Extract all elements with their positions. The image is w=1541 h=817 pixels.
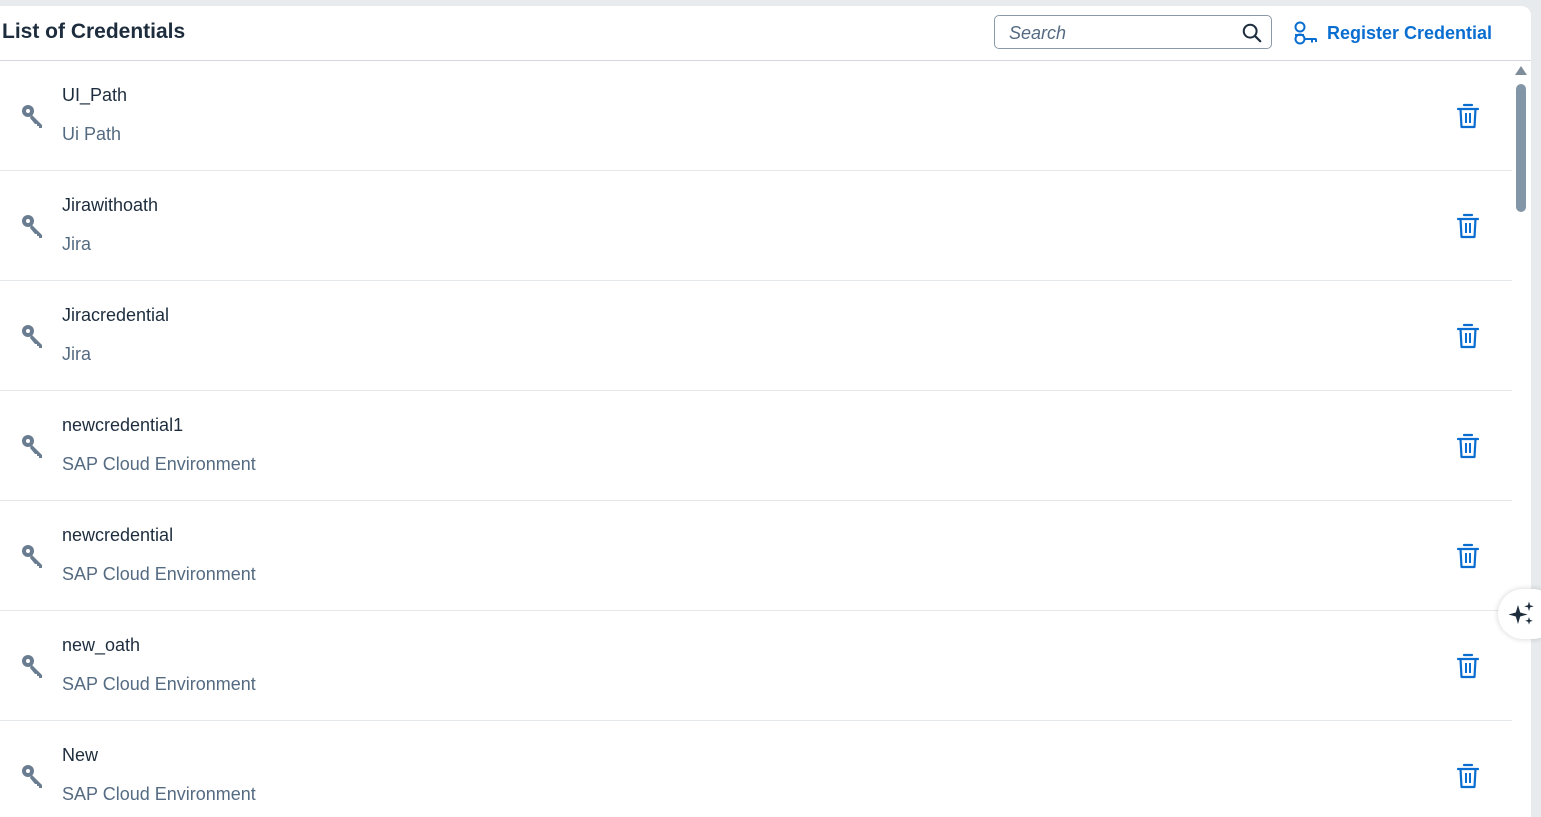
credential-type: Jira bbox=[62, 234, 92, 254]
delete-credential-trash-icon[interactable] bbox=[1456, 543, 1480, 569]
delete-credential-trash-icon[interactable] bbox=[1456, 213, 1480, 239]
credential-name: newcredential1 bbox=[62, 415, 184, 435]
delete-credential-trash-icon[interactable] bbox=[1456, 763, 1480, 789]
register-credential-label: Register Credential bbox=[1327, 22, 1493, 43]
credentials-panel: List of Credentials Register Credential … bbox=[0, 6, 1531, 817]
credential-row[interactable]: Jirawithoath Jira bbox=[0, 171, 1512, 281]
credential-type: Jira bbox=[62, 344, 92, 364]
key-icon bbox=[20, 213, 46, 239]
scroll-up-arrow-icon[interactable] bbox=[1515, 66, 1527, 75]
search-field[interactable] bbox=[994, 15, 1272, 49]
credential-name: New bbox=[62, 745, 99, 765]
key-icon bbox=[20, 543, 46, 569]
credential-type: SAP Cloud Environment bbox=[62, 454, 256, 474]
delete-credential-trash-icon[interactable] bbox=[1456, 433, 1480, 459]
credential-name: newcredential bbox=[62, 525, 174, 545]
panel-header: List of Credentials Register Credential bbox=[0, 6, 1531, 61]
credential-row[interactable]: UI_Path Ui Path bbox=[0, 61, 1512, 171]
key-icon bbox=[20, 653, 46, 679]
credential-list: UI_Path Ui Path Jirawithoath Jira Jiracreden… bbox=[0, 61, 1512, 817]
credential-type: Ui Path bbox=[62, 124, 122, 144]
vertical-scrollbar[interactable] bbox=[1513, 61, 1529, 817]
search-input[interactable] bbox=[1007, 21, 1231, 45]
credential-type: SAP Cloud Environment bbox=[62, 564, 256, 584]
credential-row[interactable]: Jiracredential Jira bbox=[0, 281, 1512, 391]
credential-row[interactable]: newcredential SAP Cloud Environment bbox=[0, 501, 1512, 611]
credential-name: UI_Path bbox=[62, 85, 128, 105]
credential-name: Jirawithoath bbox=[62, 195, 159, 215]
credential-row[interactable]: newcredential1 SAP Cloud Environment bbox=[0, 391, 1512, 501]
register-key-icon bbox=[1294, 21, 1317, 45]
credential-name: new_oath bbox=[62, 635, 141, 655]
delete-credential-trash-icon[interactable] bbox=[1456, 323, 1480, 349]
sparkle-ai-icon bbox=[1508, 601, 1534, 625]
key-icon bbox=[20, 103, 46, 129]
delete-credential-trash-icon[interactable] bbox=[1456, 103, 1480, 129]
ai-assistant-button[interactable] bbox=[1498, 589, 1541, 639]
register-credential-button[interactable]: Register Credential bbox=[1293, 20, 1492, 46]
credential-type: SAP Cloud Environment bbox=[62, 674, 256, 694]
credential-row[interactable]: New SAP Cloud Environment bbox=[0, 721, 1512, 817]
scroll-thumb[interactable] bbox=[1516, 84, 1526, 212]
key-icon bbox=[20, 323, 46, 349]
search-icon[interactable] bbox=[1241, 22, 1263, 44]
delete-credential-trash-icon[interactable] bbox=[1456, 653, 1480, 679]
credential-type: SAP Cloud Environment bbox=[62, 784, 256, 804]
credential-row[interactable]: new_oath SAP Cloud Environment bbox=[0, 611, 1512, 721]
key-icon bbox=[20, 433, 46, 459]
credential-name: Jiracredential bbox=[62, 305, 170, 325]
key-icon bbox=[20, 763, 46, 789]
page-title: List of Credentials bbox=[2, 20, 186, 43]
